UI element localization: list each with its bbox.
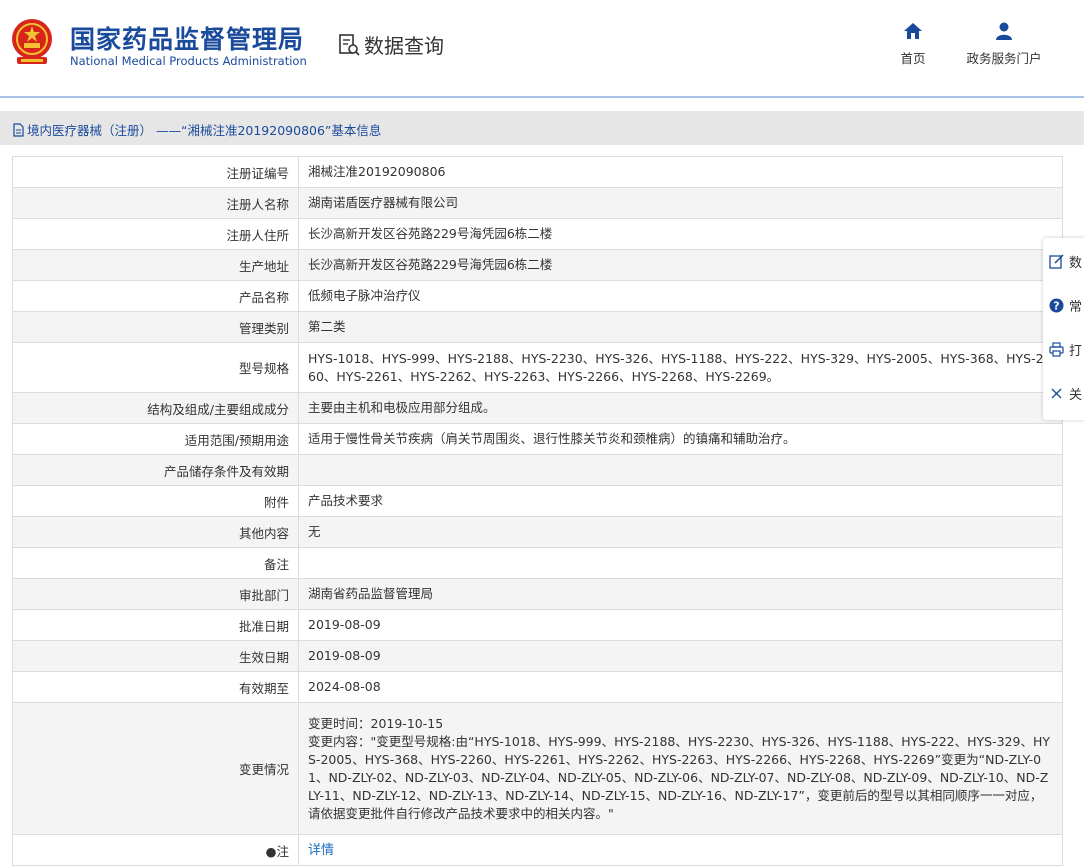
brand-title-en: National Medical Products Administration xyxy=(70,54,307,68)
table-row: 型号规格 HYS-1018、HYS-999、HYS-2188、HYS-2230、H… xyxy=(12,342,1063,393)
data-query-title: 数据查询 xyxy=(338,30,444,59)
brand-title-cn: 国家药品监督管理局 xyxy=(70,25,305,54)
registration-info-table: 注册证编号 湘械注准20192090806 注册人名称 湖南诺盾医疗器械有限公司 注… xyxy=(12,156,1063,866)
field-value: 无 xyxy=(298,516,1063,548)
field-label: 生产地址 xyxy=(12,249,299,281)
field-value: 长沙高新开发区谷苑路229号海凭园6栋二楼 xyxy=(298,249,1063,281)
data-query-label: 数据查询 xyxy=(364,34,444,58)
floating-toolbar: 数 ? 常 打 关 xyxy=(1043,238,1084,420)
field-value xyxy=(298,454,1063,486)
field-label: 型号规格 xyxy=(12,342,299,393)
field-value: 湖南诺盾医疗器械有限公司 xyxy=(298,187,1063,219)
field-value: 详情 xyxy=(298,834,1063,866)
field-label: 注册人名称 xyxy=(12,187,299,219)
field-value: 湘械注准20192090806 xyxy=(298,156,1063,188)
field-label: 其他内容 xyxy=(12,516,299,548)
field-value: 适用于慢性骨关节疾病（肩关节周围炎、退行性膝关节炎和颈椎病）的镇痛和辅助治疗。 xyxy=(298,423,1063,455)
table-row: 生效日期 2019-08-09 xyxy=(12,640,1063,672)
tool-print-label: 打 xyxy=(1069,344,1083,359)
table-row: 结构及组成/主要组成成分 主要由主机和电极应用部分组成。 xyxy=(12,392,1063,424)
tool-faq-label: 常 xyxy=(1069,300,1083,315)
field-label: 批准日期 xyxy=(12,609,299,641)
breadcrumb: 境内医疗器械（注册） ——“湘械注准20192090806”基本信息 xyxy=(12,120,381,139)
user-icon xyxy=(996,22,1012,40)
field-label: 审批部门 xyxy=(12,578,299,610)
table-row: 审批部门 湖南省药品监督管理局 xyxy=(12,578,1063,610)
breadcrumb-bar: 境内医疗器械（注册） ——“湘械注准20192090806”基本信息 xyxy=(0,111,1084,145)
field-value: 主要由主机和电极应用部分组成。 xyxy=(298,392,1063,424)
print-icon xyxy=(1049,342,1064,357)
field-label: 管理类别 xyxy=(12,311,299,343)
nav-service-portal-label: 政务服务门户 xyxy=(966,51,1042,66)
field-value: 第二类 xyxy=(298,311,1063,343)
nav-home[interactable]: 首页 xyxy=(893,22,933,67)
tool-close-label: 关 xyxy=(1069,388,1083,403)
tool-data-label: 数 xyxy=(1069,256,1083,271)
field-label: 注册人住所 xyxy=(12,218,299,250)
field-label: 生效日期 xyxy=(12,640,299,672)
field-value: 低频电子脉冲治疗仪 xyxy=(298,280,1063,312)
national-emblem-icon xyxy=(12,19,52,64)
table-row: 有效期至 2024-08-08 xyxy=(12,671,1063,703)
table-row: 适用范围/预期用途 适用于慢性骨关节疾病（肩关节周围炎、退行性膝关节炎和颈椎病）的… xyxy=(12,423,1063,455)
table-row: 备注 xyxy=(12,547,1063,579)
field-value: 长沙高新开发区谷苑路229号海凭园6栋二楼 xyxy=(298,218,1063,250)
home-icon xyxy=(904,23,922,39)
field-label: 变更情况 xyxy=(12,702,299,835)
table-row-note: ●注 详情 xyxy=(12,834,1063,866)
document-icon xyxy=(13,122,24,137)
change-details: 变更时间：2019-10-15 变更内容："变更型号规格:由“HYS-1018、… xyxy=(298,702,1063,835)
field-label: ●注 xyxy=(12,834,299,866)
field-label: 产品名称 xyxy=(12,280,299,312)
nav-service-portal[interactable]: 政务服务门户 xyxy=(960,22,1048,67)
change-content: 变更内容："变更型号规格:由“HYS-1018、HYS-999、HYS-2188… xyxy=(308,733,1050,821)
details-link[interactable]: 详情 xyxy=(308,843,334,858)
field-label: 适用范围/预期用途 xyxy=(12,423,299,455)
table-row: 批准日期 2019-08-09 xyxy=(12,609,1063,641)
tool-faq[interactable]: ? 常 xyxy=(1049,296,1082,315)
table-row: 管理类别 第二类 xyxy=(12,311,1063,343)
field-value: 湖南省药品监督管理局 xyxy=(298,578,1063,610)
table-row: 其他内容无 xyxy=(12,516,1063,548)
data-query-icon xyxy=(339,33,360,56)
field-value xyxy=(298,547,1063,579)
breadcrumb-text: 境内医疗器械（注册） ——“湘械注准20192090806”基本信息 xyxy=(27,123,382,138)
table-row: 生产地址 长沙高新开发区谷苑路229号海凭园6栋二楼 xyxy=(12,249,1063,281)
table-row: 注册人名称 湖南诺盾医疗器械有限公司 xyxy=(12,187,1063,219)
table-row: 注册人住所 长沙高新开发区谷苑路229号海凭园6栋二楼 xyxy=(12,218,1063,250)
table-row: 产品名称 低频电子脉冲治疗仪 xyxy=(12,280,1063,312)
field-label: 结构及组成/主要组成成分 xyxy=(12,392,299,424)
svg-text:?: ? xyxy=(1053,300,1059,313)
close-icon xyxy=(1051,388,1062,399)
site-header: 国家药品监督管理局 National Medical Products Admi… xyxy=(0,0,1084,96)
field-value: HYS-1018、HYS-999、HYS-2188、HYS-2230、HYS-3… xyxy=(298,342,1063,393)
edit-icon xyxy=(1049,254,1064,269)
tool-data[interactable]: 数 xyxy=(1049,252,1082,271)
field-label: 注册证编号 xyxy=(12,156,299,188)
field-value: 产品技术要求 xyxy=(298,485,1063,517)
table-row: 产品储存条件及有效期 xyxy=(12,454,1063,486)
table-row-change: 变更情况 变更时间：2019-10-15 变更内容："变更型号规格:由“HYS-… xyxy=(12,702,1063,835)
change-time: 变更时间：2019-10-15 xyxy=(308,715,444,731)
table-row: 注册证编号 湘械注准20192090806 xyxy=(12,156,1063,188)
header-divider xyxy=(0,96,1084,98)
field-value: 2024-08-08 xyxy=(298,671,1063,703)
nav-home-label: 首页 xyxy=(900,51,926,66)
field-label: 附件 xyxy=(12,485,299,517)
field-value: 2019-08-09 xyxy=(298,609,1063,641)
field-value: 2019-08-09 xyxy=(298,640,1063,672)
tool-close[interactable]: 关 xyxy=(1049,384,1082,403)
field-label: 备注 xyxy=(12,547,299,579)
field-label: 有效期至 xyxy=(12,671,299,703)
table-row: 附件 产品技术要求 xyxy=(12,485,1063,517)
field-label: 产品储存条件及有效期 xyxy=(12,454,299,486)
help-icon: ? xyxy=(1049,298,1064,313)
tool-print[interactable]: 打 xyxy=(1049,340,1082,359)
